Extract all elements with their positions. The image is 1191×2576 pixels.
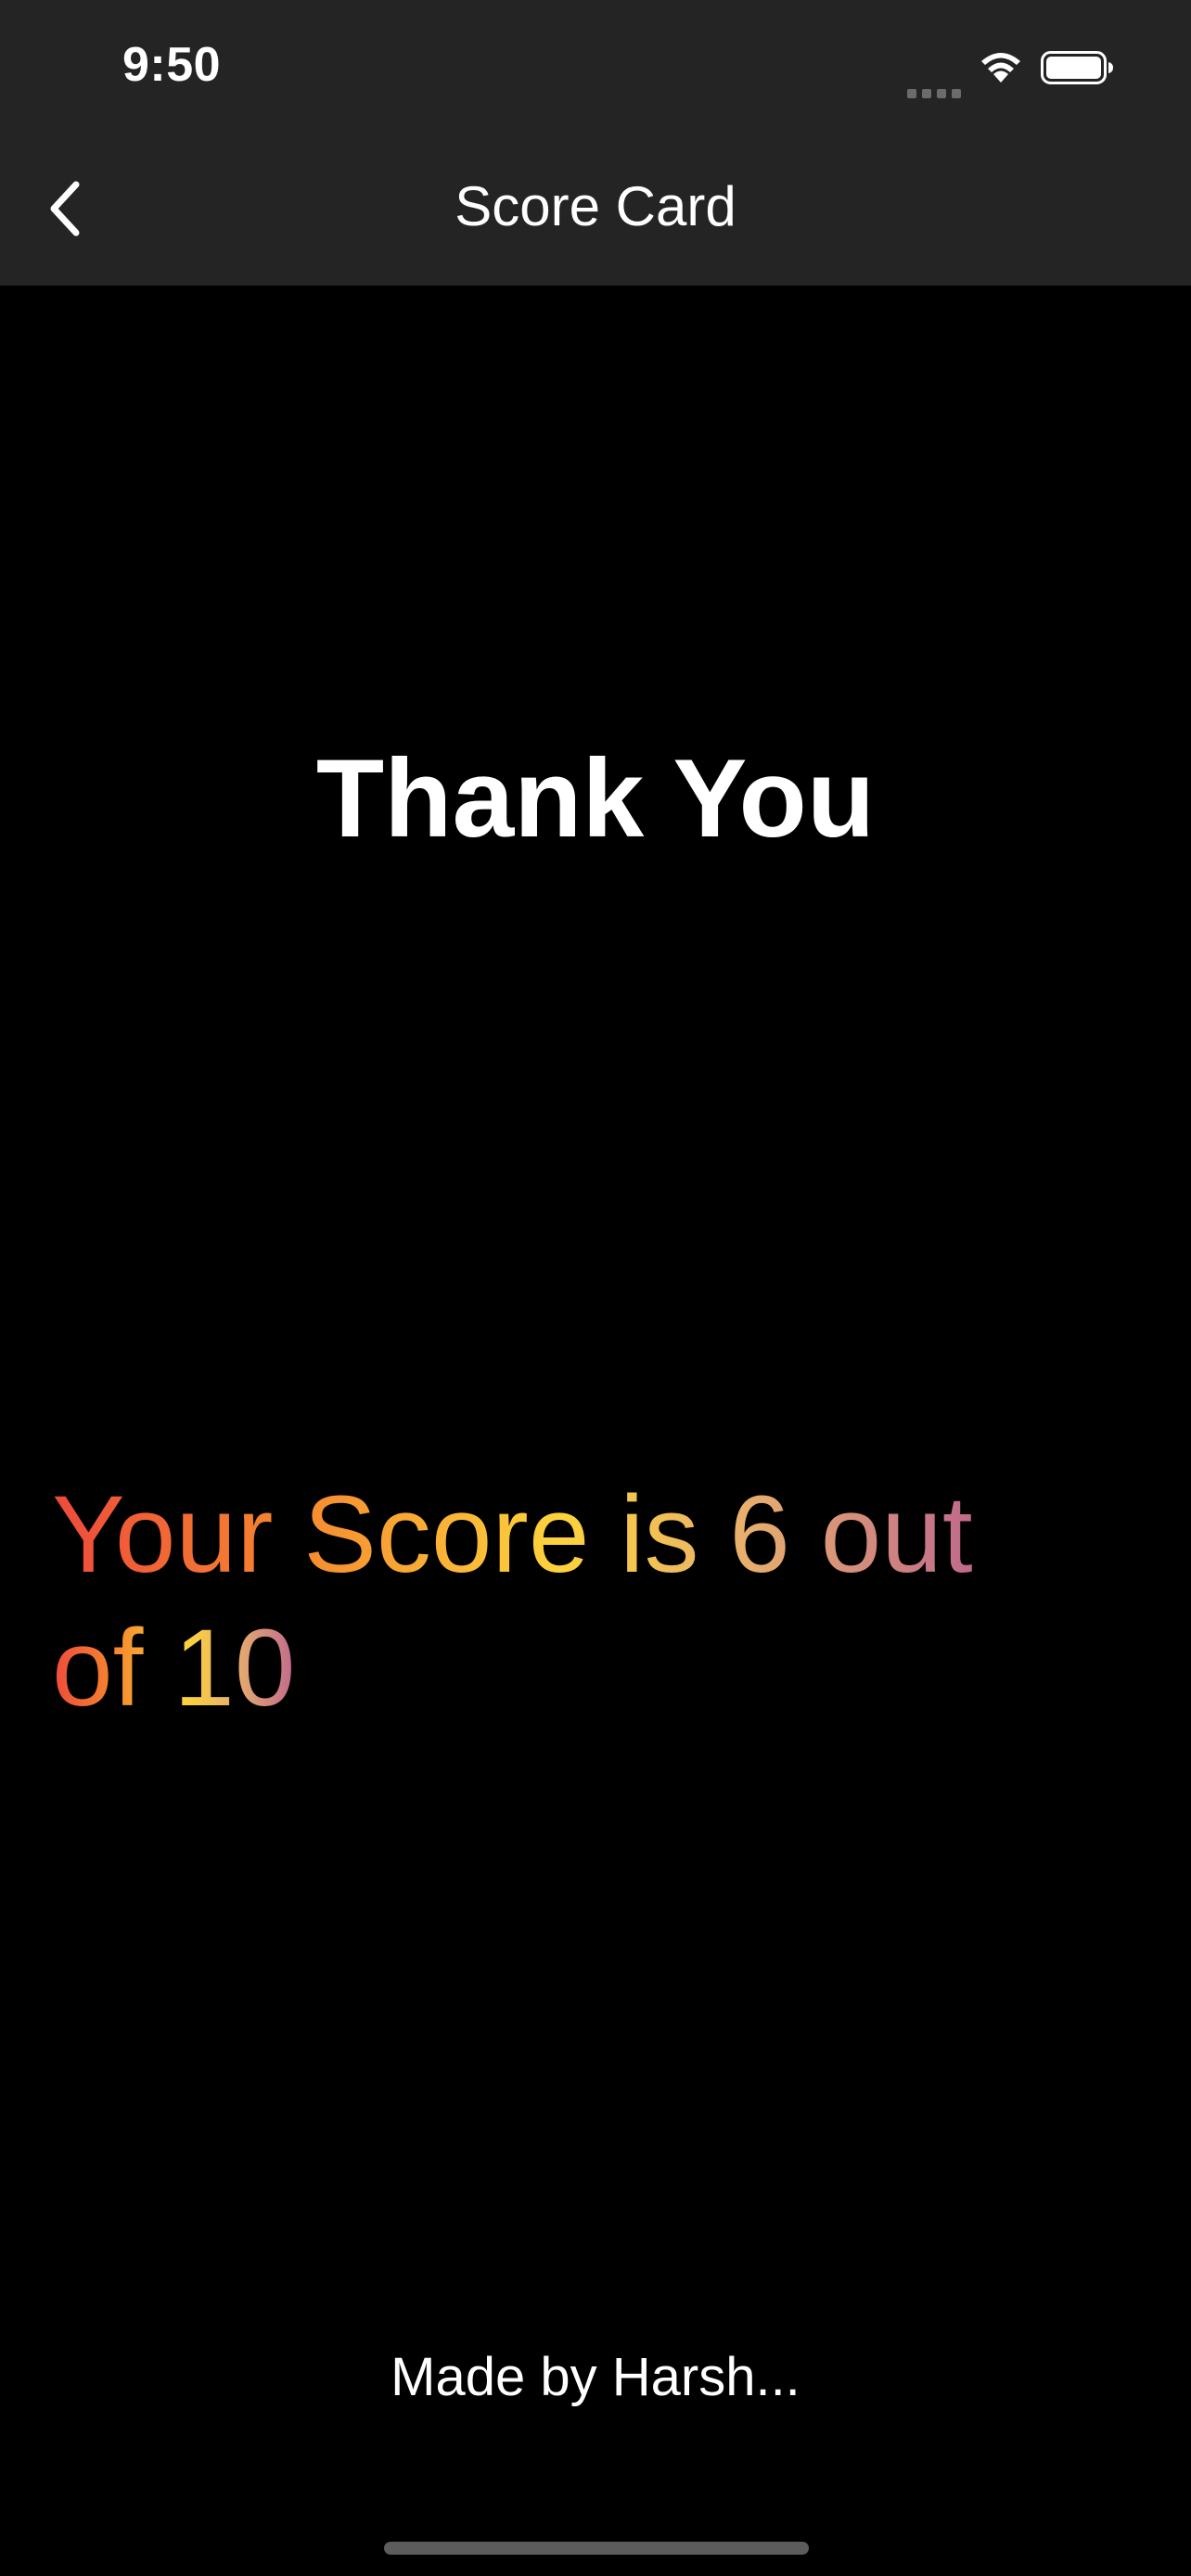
footer-credit: Made by Harsh...: [391, 2347, 800, 2407]
wifi-icon: [981, 53, 1020, 83]
status-time: 9:50: [122, 38, 222, 92]
score-text: Your Score is 6 out of 10: [52, 1468, 1146, 1735]
thank-you-heading: Thank You: [315, 736, 876, 861]
status-icons: [907, 45, 1115, 98]
page-title: Score Card: [455, 175, 736, 237]
score-line-1: Your Score is 6 out: [52, 1468, 973, 1601]
screen: 9:50 Score Card Thank You Your Score is …: [0, 0, 1191, 2576]
home-indicator[interactable]: [384, 2542, 809, 2555]
cellular-signal-icon: [907, 61, 961, 98]
top-bar: 9:50 Score Card: [0, 0, 1191, 286]
score-line-2: of 10: [52, 1601, 295, 1735]
battery-icon: [1041, 51, 1113, 84]
